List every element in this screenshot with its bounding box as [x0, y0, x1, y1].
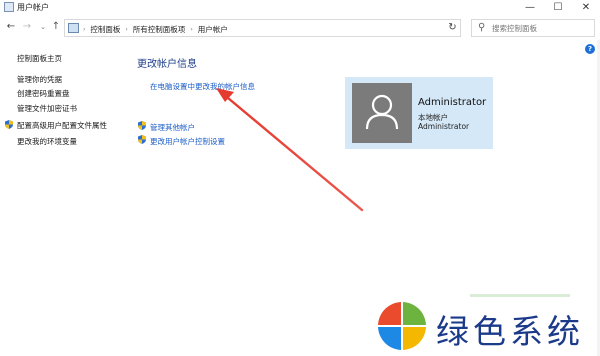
- recent-locations-chevron-icon[interactable]: ⌄: [37, 20, 49, 34]
- window-title: 用户帐户: [17, 3, 49, 12]
- avatar: [352, 83, 412, 143]
- title-bar: 用户帐户 — ☐ ✕: [0, 0, 600, 15]
- watermark-faint-stroke: [470, 294, 570, 297]
- shield-icon: [138, 135, 146, 144]
- help-icon[interactable]: ?: [585, 44, 595, 54]
- change-account-in-pc-settings-link[interactable]: 在电脑设置中更改我的帐户信息: [150, 81, 255, 92]
- watermark-logo-icon: [378, 302, 426, 350]
- sidebar-item-password-reset-disk[interactable]: 创建密码重置盘: [17, 88, 70, 99]
- back-arrow-icon[interactable]: ←: [5, 20, 17, 34]
- control-panel-home-link[interactable]: 控制面板主页: [17, 53, 62, 64]
- close-button[interactable]: ✕: [572, 0, 600, 15]
- change-uac-settings-link[interactable]: 更改用户帐户控制设置: [150, 136, 225, 147]
- account-username: Administrator: [418, 122, 470, 131]
- breadcrumb: › 控制面板 › 所有控制面板项 › 用户帐户: [83, 24, 228, 35]
- user-accounts-icon: [4, 2, 14, 12]
- breadcrumb-user-accounts[interactable]: 用户帐户: [198, 24, 228, 35]
- up-arrow-icon[interactable]: ↑: [50, 20, 62, 34]
- forward-arrow-icon[interactable]: →: [21, 20, 33, 34]
- account-name: Administrator: [418, 97, 487, 108]
- sidebar-item-manage-credentials[interactable]: 管理你的凭据: [17, 74, 62, 85]
- annotation-arrow: [216, 88, 364, 212]
- search-box[interactable]: ⚲: [471, 19, 595, 37]
- maximize-button[interactable]: ☐: [544, 0, 572, 15]
- breadcrumb-chevron-icon: ›: [190, 26, 193, 33]
- page-title: 更改帐户信息: [137, 59, 197, 70]
- user-silhouette-icon: [365, 94, 399, 130]
- breadcrumb-chevron-icon: ›: [125, 26, 128, 33]
- control-panel-icon: [68, 23, 79, 33]
- refresh-icon[interactable]: ↻: [445, 19, 461, 37]
- watermark-text: 绿色系统: [436, 312, 584, 351]
- shield-icon: [138, 121, 146, 130]
- address-bar[interactable]: › 控制面板 › 所有控制面板项 › 用户帐户: [64, 19, 460, 37]
- sidebar-item-environment-variables[interactable]: 更改我的环境变量: [17, 136, 77, 147]
- navigation-bar: ← → ⌄ ↑ › 控制面板 › 所有控制面板项 › 用户帐户 ↻ ⚲: [0, 17, 600, 39]
- shield-icon: [5, 120, 13, 129]
- breadcrumb-chevron-icon: ›: [83, 26, 86, 33]
- sidebar-item-advanced-profile-properties[interactable]: 配置高级用户配置文件属性: [17, 120, 107, 131]
- search-icon: ⚲: [478, 22, 486, 33]
- account-card: Administrator 本地帐户 Administrator: [345, 77, 493, 149]
- sidebar-item-encryption-certificates[interactable]: 管理文件加密证书: [17, 103, 77, 114]
- manage-other-accounts-link[interactable]: 管理其他帐户: [150, 122, 195, 133]
- search-input[interactable]: [492, 22, 592, 34]
- minimize-button[interactable]: —: [516, 0, 544, 15]
- breadcrumb-all-items[interactable]: 所有控制面板项: [133, 24, 186, 35]
- breadcrumb-control-panel[interactable]: 控制面板: [90, 24, 120, 35]
